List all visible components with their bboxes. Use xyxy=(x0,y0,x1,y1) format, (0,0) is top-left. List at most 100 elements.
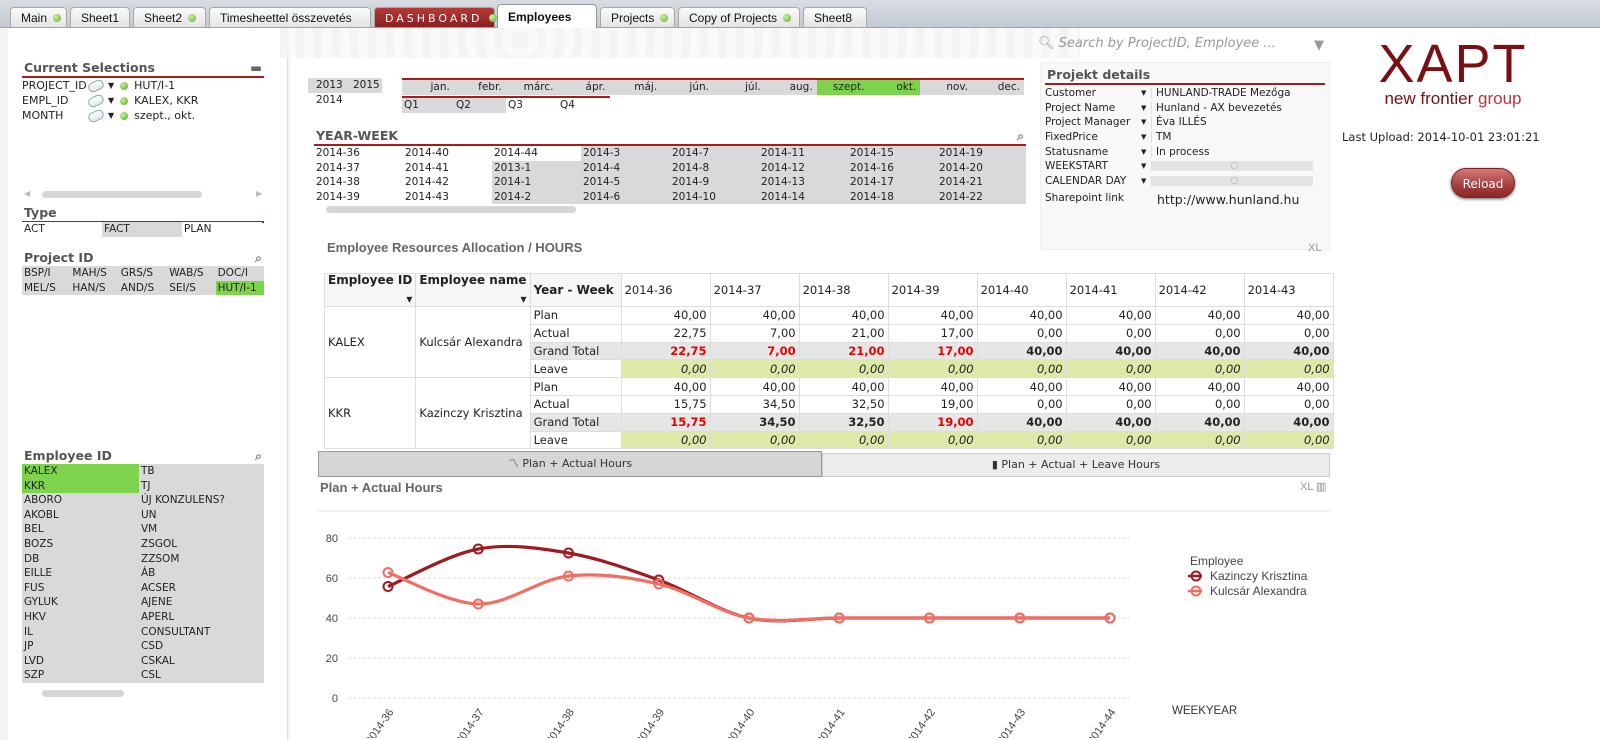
clear-selection-icon[interactable] xyxy=(86,107,106,124)
chart-type-icon[interactable]: ▥ xyxy=(1316,480,1326,493)
month-item[interactable]: aug. xyxy=(764,80,817,95)
year-week-item[interactable]: 2014-21 xyxy=(937,175,1026,190)
employee-id-item[interactable]: DB xyxy=(22,551,139,567)
employee-id-item[interactable]: CSKAL xyxy=(139,653,264,669)
year-item[interactable]: 2014 xyxy=(308,92,345,108)
tab-sheet2[interactable]: Sheet2 xyxy=(133,7,206,27)
employee-id-item[interactable]: VM xyxy=(139,522,264,537)
dropdown-arrow-icon[interactable]: ▼ xyxy=(108,111,114,120)
quarter-item[interactable]: Q3 xyxy=(506,98,558,113)
quarter-item[interactable]: Q2 xyxy=(454,98,506,113)
dropdown-arrow-icon[interactable]: ▼ xyxy=(108,96,114,105)
project-id-item[interactable]: GRS/S xyxy=(118,266,168,281)
month-item[interactable]: jan. xyxy=(402,80,454,95)
employee-id-item[interactable]: AJENE xyxy=(139,595,264,610)
year-week-item[interactable]: 2014-3 xyxy=(581,146,670,161)
employee-id-item[interactable]: AKOBL xyxy=(22,507,139,523)
employee-id-item[interactable]: UN xyxy=(139,507,264,523)
employee-id-item[interactable]: GYLUK xyxy=(22,595,139,610)
year-week-item[interactable]: 2014-4 xyxy=(581,160,670,176)
project-id-item[interactable]: MAH/S xyxy=(70,266,119,281)
year-week-item[interactable]: 2014-44 xyxy=(492,146,581,161)
year-week-item[interactable]: 2014-6 xyxy=(581,189,670,205)
month-item[interactable]: jún. xyxy=(661,80,713,95)
reload-button[interactable]: Reload xyxy=(1451,168,1515,198)
tab-dashboard[interactable]: DASHBOARD xyxy=(374,7,497,27)
year-week-item[interactable]: 2014-7 xyxy=(670,146,759,161)
plan-actual-hours-button[interactable]: 〽 Plan + Actual Hours xyxy=(318,451,822,477)
sort-arrow-icon[interactable]: ▾ xyxy=(521,293,527,306)
month-item[interactable]: febr. xyxy=(453,80,506,95)
search-box[interactable]: 🔍︎ Search by ProjectID, Employee ... ▼ xyxy=(1038,36,1338,53)
search-icon[interactable]: ⌕ xyxy=(255,250,262,266)
project-id-item[interactable]: HAN/S xyxy=(70,280,119,296)
sharepoint-link[interactable]: http://www.hunland.hu xyxy=(1157,192,1299,207)
year-week-item[interactable]: 2014-17 xyxy=(848,175,937,190)
employee-id-item[interactable]: ABORO xyxy=(22,493,139,508)
clear-selection-icon[interactable] xyxy=(86,92,106,109)
year-week-item[interactable]: 2014-10 xyxy=(670,189,759,205)
tab-projects[interactable]: Projects xyxy=(600,7,675,27)
employee-id-item[interactable]: SZP xyxy=(22,668,139,683)
project-id-item[interactable]: WAB/S xyxy=(167,266,216,281)
month-item[interactable]: nov. xyxy=(920,80,973,95)
chart-export-xl-button[interactable]: XL xyxy=(1300,481,1313,493)
scroll-left-icon[interactable]: ◀ xyxy=(24,189,30,198)
year-week-item[interactable]: 2014-38 xyxy=(314,175,403,190)
month-item[interactable]: máj. xyxy=(609,80,662,95)
employee-id-item[interactable]: LVD xyxy=(22,653,139,669)
dropdown-arrow-icon[interactable]: ▼ xyxy=(1141,177,1151,185)
project-id-item[interactable]: MEL/S xyxy=(22,280,71,296)
tab-timesheettel-sszevet-s[interactable]: Timesheettel összevetés xyxy=(209,7,371,27)
dropdown-arrow-icon[interactable]: ▼ xyxy=(1141,148,1151,156)
employee-id-header[interactable]: Employee ID ▾ xyxy=(323,273,417,307)
year-item[interactable]: 2015 xyxy=(345,78,382,93)
sort-arrow-icon[interactable]: ▾ xyxy=(406,293,412,306)
dropdown-arrow-icon[interactable]: ▼ xyxy=(108,81,114,90)
dropdown-arrow-icon[interactable]: ▼ xyxy=(1141,104,1151,112)
scroll-right-icon[interactable]: ▶ xyxy=(256,189,262,198)
employee-id-item[interactable]: ÁB xyxy=(139,566,264,581)
employee-id-item[interactable]: HKV xyxy=(22,609,139,625)
year-week-item[interactable]: 2014-18 xyxy=(848,189,937,205)
year-week-scrollbar[interactable] xyxy=(326,206,576,213)
employee-id-item[interactable]: KALEX xyxy=(22,464,139,479)
employee-id-item[interactable]: TB xyxy=(139,464,264,479)
employee-id-item[interactable]: ZSGOL xyxy=(139,536,264,552)
year-week-item[interactable]: 2014-19 xyxy=(937,146,1026,161)
employee-id-item[interactable]: APERL xyxy=(139,609,264,625)
year-week-item[interactable]: 2014-9 xyxy=(670,175,759,190)
project-id-item[interactable]: BSP/I xyxy=(22,266,71,281)
year-week-item[interactable]: 2014-13 xyxy=(759,175,848,190)
employee-id-item[interactable]: IL xyxy=(22,624,139,640)
employee-id-item[interactable]: CSL xyxy=(139,668,264,683)
dropdown-arrow-icon[interactable]: ▼ xyxy=(1141,118,1151,126)
year-week-item[interactable]: 2014-16 xyxy=(848,160,937,176)
employee-name-header[interactable]: Employee name ▾ xyxy=(415,273,531,307)
year-week-item[interactable]: 2014-43 xyxy=(403,189,492,205)
employee-id-item[interactable]: BOZS xyxy=(22,536,139,552)
year-week-item[interactable]: 2014-41 xyxy=(403,160,492,176)
plan-actual-leave-hours-button[interactable]: ▮ Plan + Actual + Leave Hours xyxy=(822,453,1330,477)
search-icon[interactable]: ⌕ xyxy=(1017,128,1024,144)
month-item[interactable]: ápr. xyxy=(557,80,610,95)
minimize-icon[interactable]: ▬ xyxy=(250,60,262,75)
year-week-item[interactable]: 2014-36 xyxy=(314,146,403,161)
dropdown-arrow-icon[interactable]: ▼ xyxy=(1314,38,1324,53)
tab-copy-of-projects[interactable]: Copy of Projects xyxy=(678,7,800,27)
year-week-item[interactable]: 2014-37 xyxy=(314,160,403,176)
employee-id-item[interactable]: TJ xyxy=(139,478,264,494)
employee-id-item[interactable]: KKR xyxy=(22,478,139,494)
year-week-item[interactable]: 2014-15 xyxy=(848,146,937,161)
employee-id-item[interactable]: ACSER xyxy=(139,580,264,596)
project-id-item[interactable]: HUT/I-1 xyxy=(215,280,264,296)
tab-employees[interactable]: Employees xyxy=(497,4,597,28)
employee-id-item[interactable]: FUS xyxy=(22,580,139,596)
project-id-item[interactable]: SEI/S xyxy=(167,280,216,296)
employee-id-item[interactable]: CONSULTANT xyxy=(139,624,264,640)
tab-sheet8[interactable]: Sheet8 xyxy=(803,7,867,27)
year-week-item[interactable]: 2014-8 xyxy=(670,160,759,176)
employee-id-item[interactable]: ZZSOM xyxy=(139,551,264,567)
year-item[interactable]: 2013 xyxy=(308,78,345,93)
employee-scrollbar[interactable] xyxy=(42,690,124,697)
